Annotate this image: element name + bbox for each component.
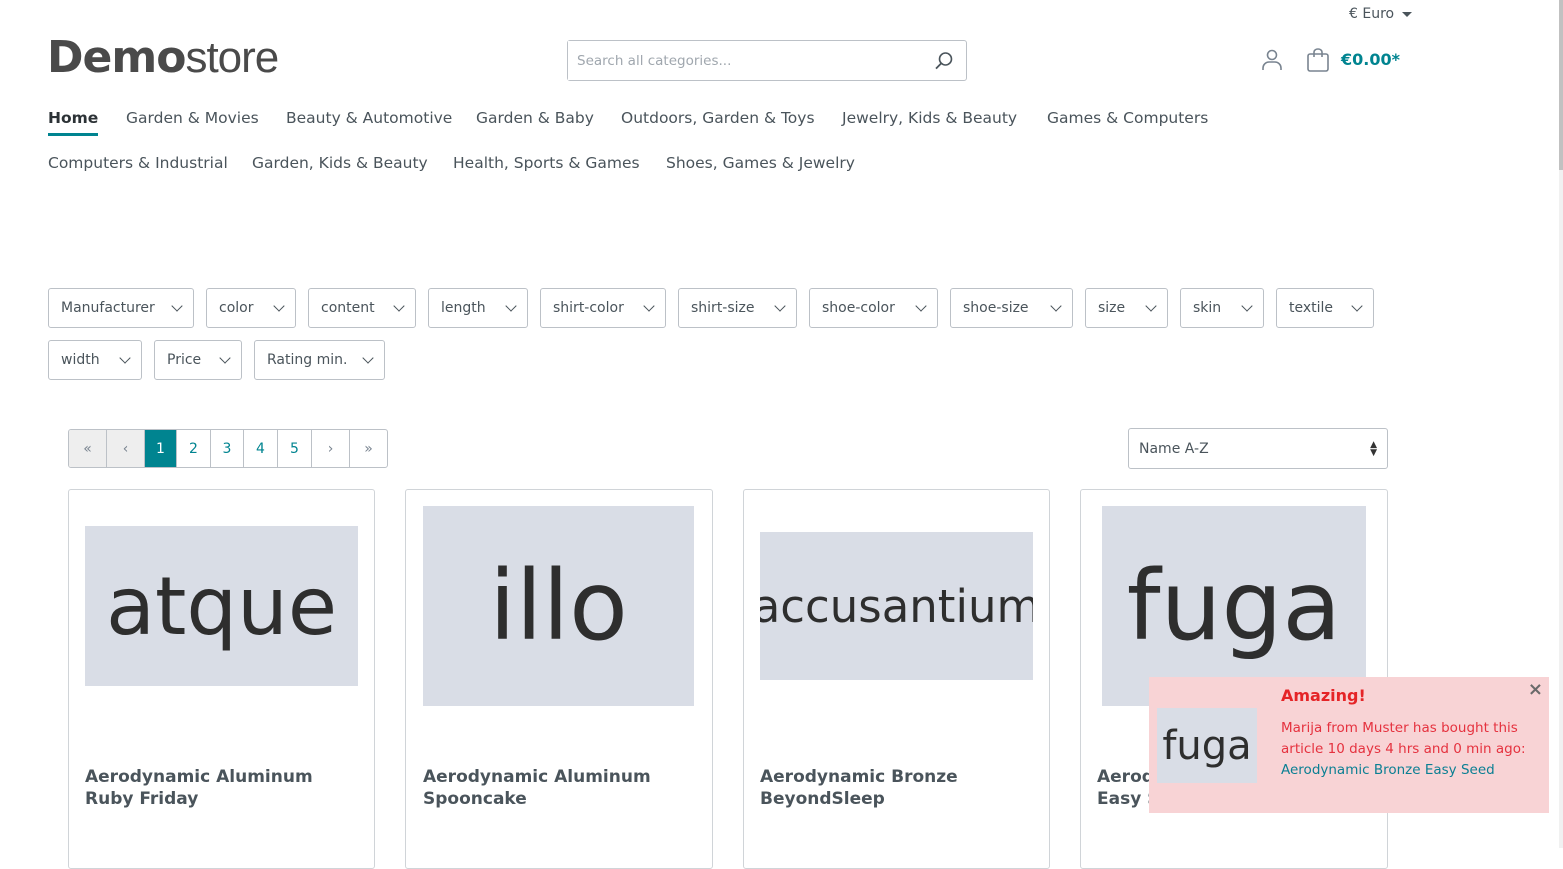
product-title[interactable]: Aerodynamic Aluminum Ruby Friday [85, 766, 355, 810]
pagination: « ‹ 1 2 3 4 5 › » [68, 429, 388, 468]
close-icon[interactable]: × [1528, 679, 1543, 700]
page-last[interactable]: » [350, 430, 387, 467]
nav-item[interactable]: Jewelry, Kids & Beauty [842, 109, 1017, 127]
scrollbar-thumb[interactable] [1559, 0, 1563, 170]
chevron-down-icon [643, 300, 655, 312]
page-5[interactable]: 5 [278, 430, 312, 467]
filter-color[interactable]: color [206, 288, 296, 328]
logo[interactable]: Demostore [47, 32, 279, 83]
product-title[interactable]: Aerodynamic Aluminum Spooncake [423, 766, 673, 810]
product-image[interactable]: accusantium [760, 532, 1033, 680]
product-title[interactable]: Aerodynamic Bronze BeyondSleep [760, 766, 1010, 810]
page-first[interactable]: « [69, 430, 107, 467]
scrollbar[interactable] [1559, 0, 1563, 848]
page-next[interactable]: › [312, 430, 350, 467]
filter-content[interactable]: content [308, 288, 416, 328]
notification-title: Amazing! [1281, 686, 1366, 705]
chevron-down-icon [219, 352, 231, 364]
cart-icon[interactable] [1306, 48, 1330, 72]
nav-item[interactable]: Garden & Movies [126, 109, 259, 127]
product-image[interactable]: illo [423, 506, 694, 706]
chevron-down-icon [273, 300, 285, 312]
filter-price[interactable]: Price [154, 340, 242, 380]
chevron-down-icon [1241, 300, 1253, 312]
nav-item[interactable]: Shoes, Games & Jewelry [666, 154, 855, 172]
sort-select[interactable]: Name A-Z ▲ ▼ [1128, 428, 1388, 469]
filter-rating[interactable]: Rating min. [254, 340, 385, 380]
currency-dropdown[interactable]: € Euro [1349, 6, 1413, 22]
search-icon[interactable] [934, 51, 954, 71]
notification-product-link[interactable]: Aerodynamic Bronze Easy Seed [1281, 762, 1495, 778]
filter-manufacturer[interactable]: Manufacturer [48, 288, 194, 328]
chevron-down-icon [774, 300, 786, 312]
filter-textile[interactable]: textile [1276, 288, 1374, 328]
nav-item[interactable]: Garden & Baby [476, 109, 594, 127]
filter-width[interactable]: width [48, 340, 142, 380]
product-image[interactable]: fuga [1102, 506, 1366, 706]
account-icon[interactable] [1261, 49, 1283, 71]
chevron-down-icon [1050, 300, 1062, 312]
nav-item[interactable]: Garden, Kids & Beauty [252, 154, 428, 172]
search-input[interactable] [568, 41, 908, 80]
filter-shoe-color[interactable]: shoe-color [809, 288, 938, 328]
chevron-down-icon [393, 300, 405, 312]
nav-item[interactable]: Beauty & Automotive [286, 109, 452, 127]
page-3[interactable]: 3 [211, 430, 244, 467]
page-4[interactable]: 4 [244, 430, 278, 467]
nav-item[interactable]: Games & Computers [1047, 109, 1208, 127]
caret-down-icon [1402, 11, 1413, 17]
chevron-down-icon [362, 352, 374, 364]
page-2[interactable]: 2 [177, 430, 211, 467]
page-prev[interactable]: ‹ [107, 430, 145, 467]
filter-shirt-size[interactable]: shirt-size [678, 288, 797, 328]
chevron-down-icon [915, 300, 927, 312]
chevron-down-icon [1351, 300, 1363, 312]
sort-arrows-icon: ▲ ▼ [1370, 439, 1377, 458]
filter-length[interactable]: length [428, 288, 528, 328]
nav-item[interactable]: Outdoors, Garden & Toys [621, 109, 815, 127]
product-image[interactable]: atque [85, 526, 358, 686]
page-1[interactable]: 1 [145, 430, 177, 467]
cart-total[interactable]: €0.00* [1341, 50, 1400, 69]
chevron-down-icon [1145, 300, 1157, 312]
chevron-down-icon [171, 300, 183, 312]
purchase-notification: fuga Amazing! Marija from Muster has bou… [1149, 677, 1549, 813]
filter-shoe-size[interactable]: shoe-size [950, 288, 1073, 328]
chevron-down-icon [119, 352, 131, 364]
chevron-down-icon [505, 300, 517, 312]
notification-message: Marija from Muster has bought this artic… [1281, 720, 1526, 778]
notification-image: fuga [1157, 708, 1257, 783]
filter-skin[interactable]: skin [1180, 288, 1264, 328]
nav-item[interactable]: Health, Sports & Games [453, 154, 640, 172]
filter-size[interactable]: size [1085, 288, 1168, 328]
nav-home[interactable]: Home [48, 109, 99, 136]
search-box [567, 40, 967, 81]
filter-shirt-color[interactable]: shirt-color [540, 288, 666, 328]
nav-item[interactable]: Computers & Industrial [48, 154, 228, 172]
